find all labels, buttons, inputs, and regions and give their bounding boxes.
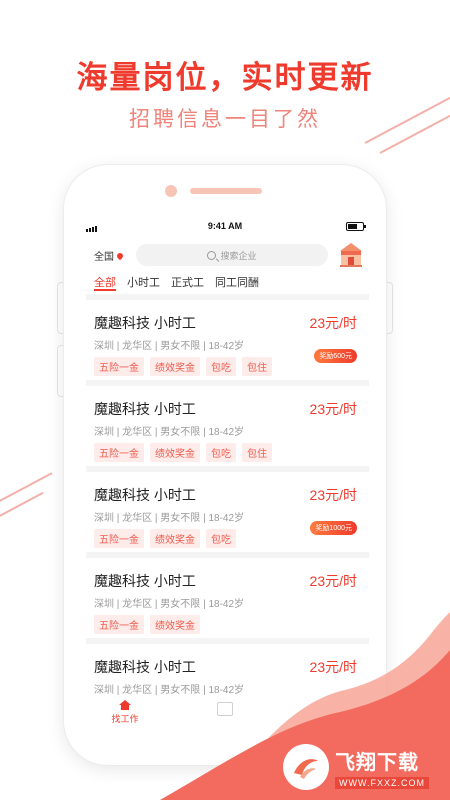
- status-time: 9:41 AM: [207, 221, 243, 231]
- banner-headline: 海量岗位，实时更新: [76, 60, 374, 95]
- banner-subheadline: 招聘信息一目了然: [129, 108, 321, 131]
- home-icon: [119, 700, 131, 710]
- job-tag: 绩效奖金: [150, 615, 200, 634]
- job-meta: 深圳 | 龙华区 | 男女不限 | 18-42岁: [94, 599, 245, 610]
- category-tabs: 全部 小时工 正式工 同工同酬: [94, 274, 270, 290]
- job-tag: 绩效奖金: [150, 443, 200, 462]
- nav-find-job[interactable]: 找工作: [110, 700, 140, 725]
- job-card[interactable]: 魔趣科技 小时工 23元/时 深圳 | 龙华区 | 男女不限 | 18-42岁 …: [86, 386, 369, 466]
- job-salary: 23元/时: [309, 401, 357, 417]
- bottom-nav: 找工作: [100, 700, 350, 730]
- job-tag: 包住: [242, 357, 272, 376]
- job-tags: 五险一金 绩效奖金 包吃 包住: [94, 357, 278, 376]
- job-tag: 包吃: [206, 443, 236, 462]
- tab-fulltime[interactable]: 正式工: [171, 274, 204, 290]
- search-placeholder: 搜索企业: [220, 250, 257, 261]
- location-label: 全国: [94, 252, 114, 263]
- nav-second-icon[interactable]: [217, 702, 233, 716]
- job-meta: 深圳 | 龙华区 | 男女不限 | 18-42岁: [94, 513, 245, 524]
- location-pin-icon: [115, 251, 125, 260]
- job-title: 魔趣科技 小时工: [94, 315, 196, 331]
- job-salary: 23元/时: [309, 487, 357, 503]
- job-tags: 五险一金 绩效奖金 包吃: [94, 529, 242, 548]
- job-salary: 23元/时: [309, 573, 357, 589]
- job-tag: 包住: [242, 443, 272, 462]
- job-title: 魔趣科技 小时工: [94, 573, 196, 589]
- job-meta: 深圳 | 龙华区 | 男女不限 | 18-42岁: [94, 427, 245, 438]
- job-title: 魔趣科技 小时工: [94, 659, 196, 675]
- battery-icon: [346, 222, 366, 231]
- status-bar: 9:41 AM: [86, 220, 366, 234]
- tab-all[interactable]: 全部: [94, 274, 116, 290]
- job-salary: 23元/时: [309, 315, 357, 331]
- job-card[interactable]: 魔趣科技 小时工 23元/时 深圳 | 龙华区 | 男女不限 | 18-42岁 …: [86, 300, 369, 380]
- job-meta: 深圳 | 龙华区 | 男女不限 | 18-42岁: [94, 685, 245, 696]
- job-card[interactable]: 魔趣科技 小时工 23元/时 深圳 | 龙华区 | 男女不限 | 18-42岁: [86, 644, 369, 700]
- location-selector[interactable]: 全国: [94, 248, 125, 263]
- nav-find-job-label: 找工作: [111, 714, 139, 724]
- phone-speaker: [190, 188, 262, 194]
- bonus-badge: 奖励600元: [314, 349, 357, 363]
- job-tag: 包吃: [206, 357, 236, 376]
- watermark-name: 飞翔下载: [335, 751, 419, 774]
- watermark: 飞翔下载 WWW.FXXZ.COM: [283, 742, 441, 792]
- job-title: 魔趣科技 小时工: [94, 401, 196, 417]
- job-tag: 绩效奖金: [150, 357, 200, 376]
- active-tab-indicator: [94, 289, 116, 291]
- phone-camera: [165, 185, 177, 197]
- job-card[interactable]: 魔趣科技 小时工 23元/时 深圳 | 龙华区 | 男女不限 | 18-42岁 …: [86, 558, 369, 638]
- job-card[interactable]: 魔趣科技 小时工 23元/时 深圳 | 龙华区 | 男女不限 | 18-42岁 …: [86, 472, 369, 552]
- job-tag: 五险一金: [94, 357, 144, 376]
- job-tag: 绩效奖金: [150, 529, 200, 548]
- job-salary: 23元/时: [309, 659, 357, 675]
- job-title: 魔趣科技 小时工: [94, 487, 196, 503]
- shop-icon[interactable]: [338, 241, 364, 269]
- job-tag: 包吃: [206, 529, 236, 548]
- watermark-url: WWW.FXXZ.COM: [335, 776, 429, 789]
- tab-hourly[interactable]: 小时工: [127, 274, 160, 290]
- search-input[interactable]: 搜索企业: [136, 244, 328, 266]
- watermark-logo-icon: [283, 744, 329, 790]
- job-tag: 五险一金: [94, 615, 144, 634]
- job-tag: 五险一金: [94, 529, 144, 548]
- tab-equal-pay[interactable]: 同工同酬: [215, 274, 259, 290]
- bonus-badge: 奖励1000元: [310, 521, 357, 535]
- job-tags: 五险一金 绩效奖金 包吃 包住: [94, 443, 278, 462]
- job-tags: 五险一金 绩效奖金: [94, 615, 206, 634]
- search-icon: [207, 250, 217, 260]
- job-meta: 深圳 | 龙华区 | 男女不限 | 18-42岁: [94, 341, 245, 352]
- job-tag: 五险一金: [94, 443, 144, 462]
